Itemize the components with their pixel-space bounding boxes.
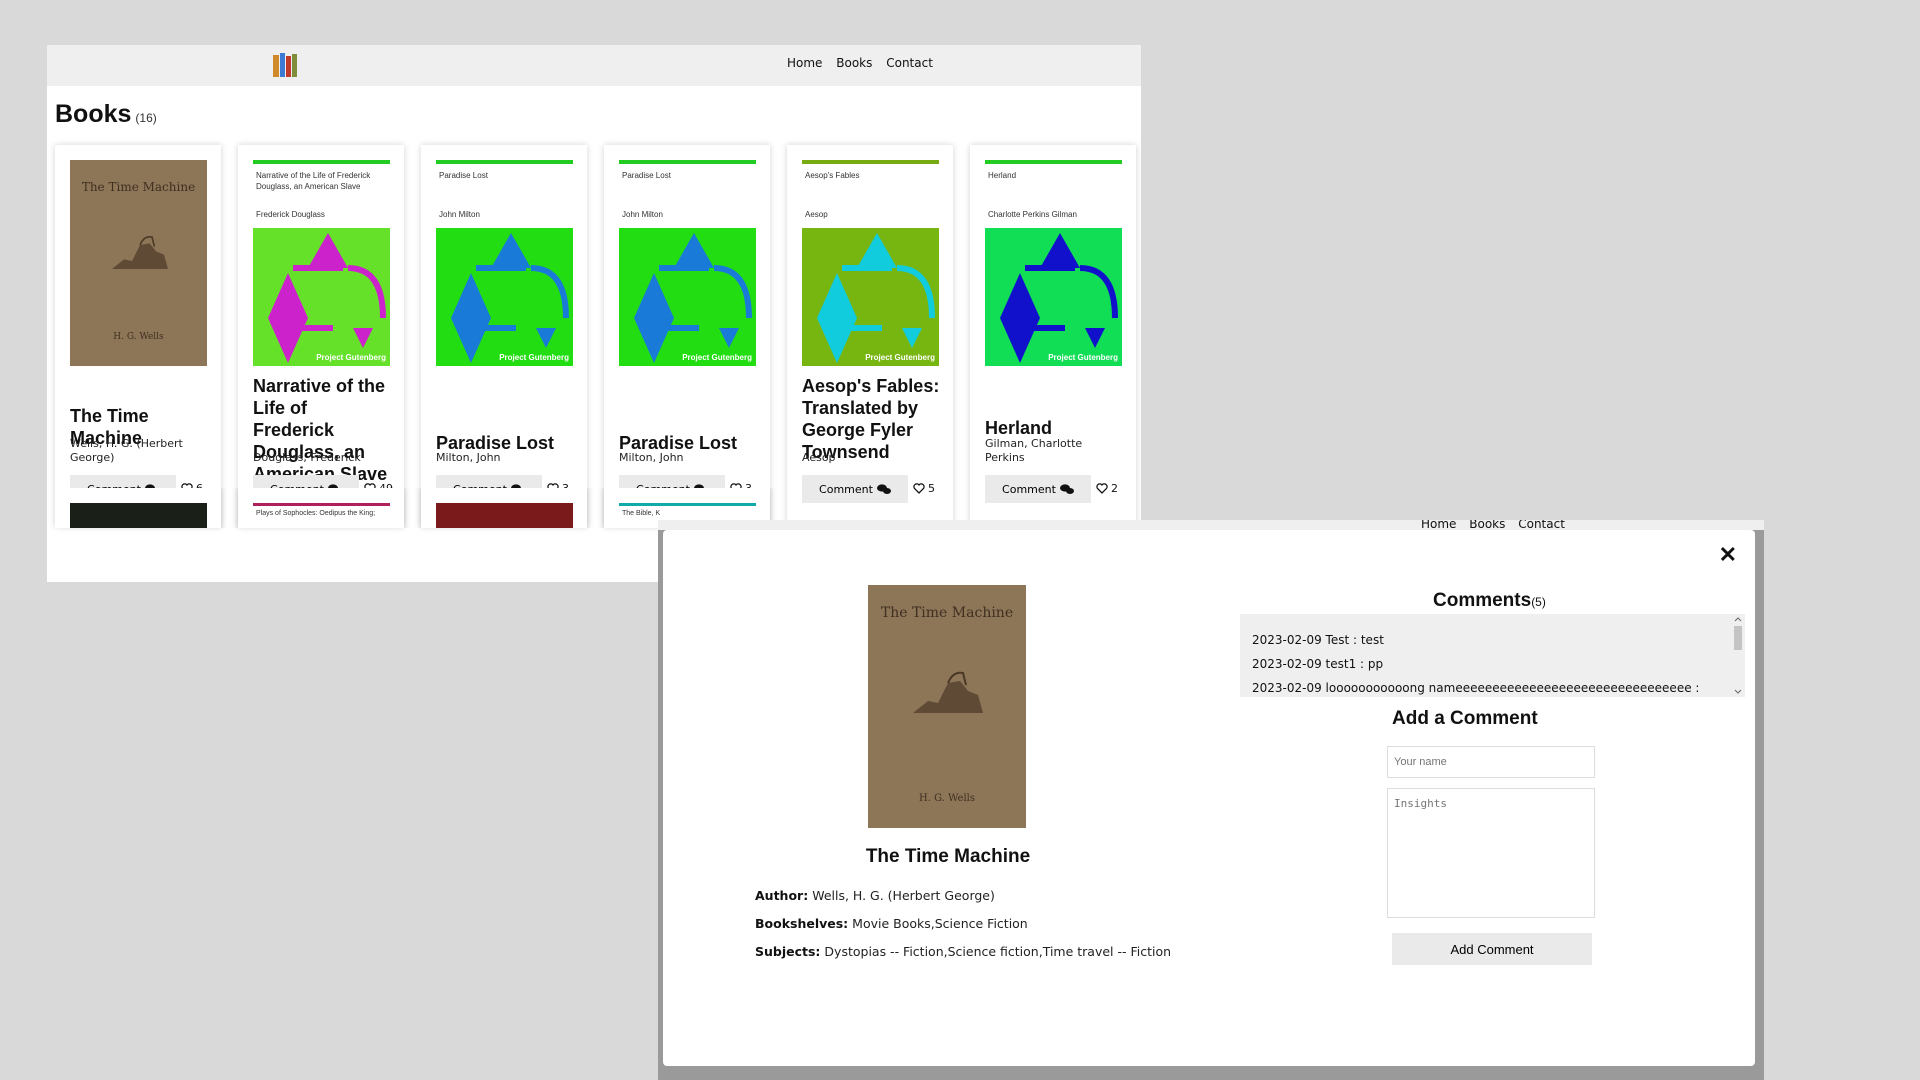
sphinx-illustration-icon (112, 235, 168, 269)
nav-home-link[interactable]: Home (787, 56, 822, 70)
book-card[interactable]: Plays of Sophocles: Oedipus the King; (238, 488, 404, 528)
book-cover: Herland Charlotte Perkins Gilman Project G… (985, 160, 1122, 366)
book-card[interactable]: Paradise Lost John Milton Project Gutenber… (604, 145, 770, 527)
book-card[interactable]: Paradise Lost John Milton Project Gutenber… (421, 145, 587, 527)
background-nav: Home Books Contact (658, 520, 1764, 531)
modal-screenshot: Home Books Contact ✕ The Time Machine H.… (658, 520, 1764, 1080)
book-cover: Paradise Lost John Milton Project Gutenber… (619, 160, 756, 366)
book-cover: Narrative of the Life of Frederick Dougl… (253, 160, 390, 366)
subjects-label: Subjects: (755, 944, 821, 959)
modal-subjects-row: Subjects: Dystopias -- Fiction,Science f… (755, 944, 1171, 959)
comment-item: 2023-02-09 test1 : pp (1252, 657, 1384, 671)
cover-author: Aesop (805, 210, 828, 219)
book-title: Aesop's Fables: Translated by George Fyl… (802, 376, 940, 462)
cover-author: Charlotte Perkins Gilman (988, 210, 1077, 219)
cover-pattern-icon (985, 228, 1122, 366)
books-count: (16) (135, 111, 157, 125)
cover-pattern-icon (619, 228, 756, 366)
comment-item: 2023-02-09 Test : test (1252, 633, 1384, 647)
book-cover (70, 503, 207, 528)
book-author: Milton, John (619, 451, 684, 464)
book-title: Herland (985, 418, 1053, 438)
cover-publisher: Project Gutenberg (682, 353, 752, 362)
cover-title: The Time Machine (880, 605, 1014, 621)
comments-list[interactable]: 2023-02-09 Test : test 2023-02-09 test1 … (1240, 614, 1745, 697)
cover-title: The Time Machine (81, 180, 196, 194)
add-comment-button[interactable]: Add Comment (1392, 933, 1592, 965)
modal-author-row: Author: Wells, H. G. (Herbert George) (755, 888, 995, 903)
cover-bar (436, 160, 573, 164)
comments-heading: Comments(5) (1433, 590, 1546, 612)
name-input[interactable] (1387, 746, 1595, 778)
cover-bar (253, 503, 390, 506)
book-card[interactable]: Narrative of the Life of Frederick Dougl… (238, 145, 404, 527)
book-card[interactable]: Aesop's Fables Aesop Project Gutenberg Aeso… (787, 145, 953, 527)
sphinx-illustration-icon (913, 671, 983, 713)
book-card[interactable]: Herland Charlotte Perkins Gilman Project G… (970, 145, 1136, 527)
cover-pattern-icon (436, 228, 573, 366)
cover-bar (985, 160, 1122, 164)
book-cover: Aesop's Fables Aesop Project Gutenberg (802, 160, 939, 366)
book-cover: The Time Machine H. G. Wells (70, 160, 207, 366)
books-page-screenshot: Home Books Contact Books (16) The Time Ma… (47, 45, 1141, 582)
cover-author: John Milton (622, 210, 663, 219)
book-author: Aesop (802, 451, 836, 464)
author-value: Wells, H. G. (Herbert George) (812, 888, 995, 903)
book-card[interactable] (55, 488, 221, 528)
cover-publisher: Project Gutenberg (316, 353, 386, 362)
cover-title: Herland (988, 171, 1017, 180)
nav-contact-link[interactable]: Contact (886, 56, 933, 70)
bookshelves-label: Bookshelves: (755, 916, 849, 931)
subjects-value: Dystopias -- Fiction,Science fiction,Tim… (824, 944, 1172, 959)
comments-scrollbar[interactable] (1733, 616, 1743, 695)
book-cover: Paradise Lost John Milton Project Gutenber… (436, 160, 573, 366)
nav-books-link[interactable]: Books (836, 56, 872, 70)
insights-textarea[interactable] (1387, 788, 1595, 918)
comment-item: 2023-02-09 looooooooooong nameeeeeeeeeee… (1252, 681, 1700, 695)
modal-bookshelves-row: Bookshelves: Movie Books,Science Fiction (755, 916, 1028, 931)
cover-title: Paradise Lost (439, 171, 488, 180)
book-author: Milton, John (436, 451, 501, 464)
add-comment-heading: Add a Comment (1392, 708, 1538, 729)
page-title: Books (55, 100, 132, 128)
cover-bar (802, 160, 939, 164)
comments-title: Comments (1433, 590, 1532, 611)
comments-count: (5) (1531, 595, 1546, 609)
author-label: Author: (755, 888, 809, 903)
books-logo-icon[interactable] (272, 51, 298, 79)
cover-bar (253, 160, 390, 164)
cover-bar (619, 160, 756, 164)
cover-title: Aesop's Fables (805, 171, 860, 180)
close-icon[interactable]: ✕ (1719, 542, 1737, 568)
book-card[interactable]: The Time Machine H. G. Wells The Time Mach… (55, 145, 221, 527)
book-details-modal: ✕ The Time Machine H. G. Wells The Time … (663, 530, 1755, 1066)
cover-pattern-icon (253, 228, 390, 366)
cover-title: Paradise Lost (622, 171, 671, 180)
book-author: Wells, H. G. (Herbert George) (70, 437, 183, 464)
bookshelves-value: Movie Books,Science Fiction (852, 916, 1028, 931)
cover-author: Frederick Douglass (256, 210, 325, 219)
cover-bar (619, 503, 756, 506)
top-nav: Home Books Contact (47, 45, 1141, 86)
cover-publisher: Project Gutenberg (865, 353, 935, 362)
book-cover (436, 503, 573, 528)
modal-book-cover: The Time Machine H. G. Wells (868, 585, 1026, 828)
book-author: Douglass, Frederick (253, 451, 361, 464)
cover-title-snippet: Plays of Sophocles: Oedipus the King; (256, 510, 376, 517)
cover-author: John Milton (439, 210, 480, 219)
book-card[interactable] (421, 488, 587, 528)
book-author: Gilman, Charlotte Perkins (985, 437, 1083, 464)
cover-pattern-icon (802, 228, 939, 366)
book-title: Narrative of the Life of Frederick Dougl… (253, 376, 388, 484)
cover-author: H. G. Wells (919, 793, 975, 804)
cover-title-snippet: The Bible, K (622, 510, 661, 517)
modal-book-title: The Time Machine (865, 846, 1031, 867)
cover-publisher: Project Gutenberg (1048, 353, 1118, 362)
cover-author: H. G. Wells (113, 332, 164, 342)
cover-publisher: Project Gutenberg (499, 353, 569, 362)
cover-title: Narrative of the Life of Frederick Dougl… (256, 171, 371, 191)
